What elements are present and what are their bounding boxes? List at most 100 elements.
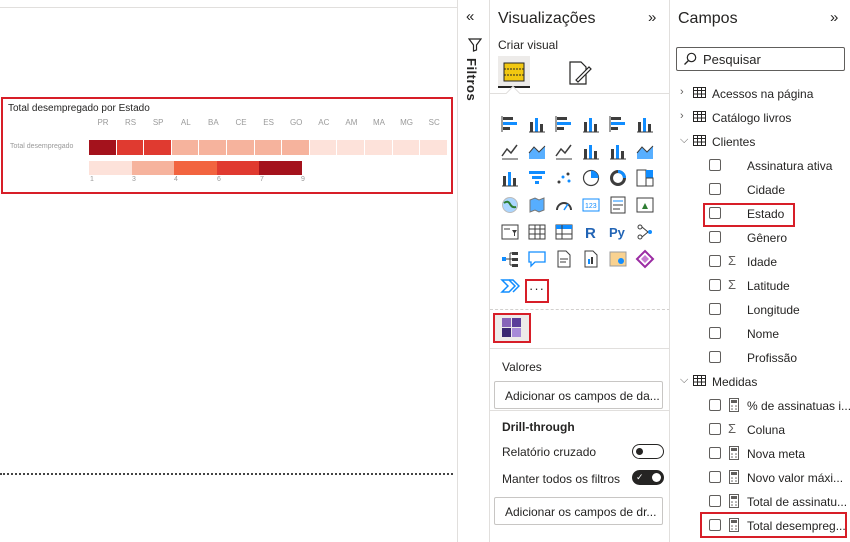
field-checkbox[interactable]: [709, 351, 721, 363]
field-item-nome[interactable]: Nome: [670, 322, 850, 344]
multirow-card-icon[interactable]: [608, 195, 628, 215]
waterfall-icon[interactable]: [500, 168, 520, 188]
field-item-coluna[interactable]: Σ Coluna: [670, 418, 850, 440]
100-bar-icon[interactable]: [608, 114, 628, 134]
heat-cell-go[interactable]: [282, 140, 310, 155]
ribbon-chart-icon[interactable]: [635, 141, 655, 161]
qa-icon[interactable]: [527, 249, 547, 269]
cross-report-toggle[interactable]: [632, 444, 664, 459]
heat-row[interactable]: [89, 140, 449, 155]
field-item-cidade[interactable]: Cidade: [670, 178, 850, 200]
clustered-column-icon[interactable]: [581, 114, 601, 134]
arcgis-icon[interactable]: [608, 249, 628, 269]
matrix-visual[interactable]: Total desempregado por Estado PR RS SP AL BA…: [1, 97, 453, 194]
values-well[interactable]: Adicionar os campos de da...: [494, 381, 663, 409]
stacked-area-icon[interactable]: [554, 141, 574, 161]
collapse-fields-icon[interactable]: »: [830, 9, 838, 26]
heat-cell-rs[interactable]: [116, 140, 145, 155]
field-item-g-nero[interactable]: Gênero: [670, 226, 850, 248]
search-input[interactable]: [703, 51, 838, 67]
smart-narrative-icon[interactable]: [581, 249, 601, 269]
scatter-icon[interactable]: [554, 168, 574, 188]
heat-cell-sp[interactable]: [144, 140, 172, 155]
paginated-report-icon[interactable]: [554, 249, 574, 269]
chevron-right-icon[interactable]: ›: [680, 86, 690, 98]
heat-cell-es[interactable]: [254, 140, 283, 155]
line-clustered-icon[interactable]: [608, 141, 628, 161]
field-checkbox[interactable]: [709, 327, 721, 339]
gauge-icon[interactable]: [554, 195, 574, 215]
field-checkbox[interactable]: [709, 159, 721, 171]
heat-cell-ba[interactable]: [199, 140, 227, 155]
table-node-acessos-na-p-gina[interactable]: › Acessos na página: [670, 82, 850, 104]
power-automate-icon[interactable]: [500, 276, 520, 296]
heat-cell-sc[interactable]: [420, 140, 448, 155]
key-influencers-icon[interactable]: [635, 222, 655, 242]
heat-cell-am[interactable]: [337, 140, 365, 155]
field-item-idade[interactable]: Σ Idade: [670, 250, 850, 272]
field-checkbox[interactable]: [709, 303, 721, 315]
heat-cell-ce[interactable]: [227, 140, 255, 155]
custom-visual-button[interactable]: [493, 313, 531, 343]
100-column-icon[interactable]: [635, 114, 655, 134]
heat-cell-mg[interactable]: [392, 140, 421, 155]
field-item-de-assinatuas-i[interactable]: % de assinatuas i...: [670, 394, 850, 416]
chevron-down-icon[interactable]: ⌵: [680, 374, 690, 386]
field-checkbox[interactable]: [709, 231, 721, 243]
filters-label[interactable]: Filtros: [464, 58, 479, 101]
slicer-icon[interactable]: [500, 222, 520, 242]
build-visual-tab[interactable]: [498, 56, 530, 88]
more-visuals-button[interactable]: ···: [525, 279, 549, 303]
stacked-column-icon[interactable]: [527, 114, 547, 134]
field-checkbox[interactable]: [709, 495, 721, 507]
treemap-icon[interactable]: [635, 168, 655, 188]
heat-cell-ma[interactable]: [365, 140, 393, 155]
field-checkbox[interactable]: [709, 279, 721, 291]
field-checkbox[interactable]: [709, 183, 721, 195]
field-checkbox[interactable]: [709, 447, 721, 459]
area-chart-icon[interactable]: [527, 141, 547, 161]
field-item-assinatura-ativa[interactable]: Assinatura ativa: [670, 154, 850, 176]
format-visual-tab[interactable]: [564, 58, 594, 88]
table-node-clientes[interactable]: ⌵ Clientes: [670, 130, 850, 152]
funnel-icon[interactable]: [527, 168, 547, 188]
collapse-visualizations-icon[interactable]: »: [648, 9, 656, 26]
heat-cell-al[interactable]: [171, 140, 200, 155]
kpi-icon[interactable]: [635, 195, 655, 215]
heat-cell-pr[interactable]: [89, 140, 117, 155]
decomposition-tree-icon[interactable]: [500, 249, 520, 269]
field-item-longitude[interactable]: Longitude: [670, 298, 850, 320]
keep-filters-toggle[interactable]: ✓: [632, 470, 664, 485]
table-node-cat-logo-livros[interactable]: › Catálogo livros: [670, 106, 850, 128]
report-canvas[interactable]: Total desempregado por Estado PR RS SP AL BA…: [0, 0, 457, 542]
donut-icon[interactable]: [608, 168, 628, 188]
matrix-icon[interactable]: [554, 222, 574, 242]
expand-filters-icon[interactable]: «: [466, 8, 474, 25]
card-icon[interactable]: 123: [581, 195, 601, 215]
fields-search-box[interactable]: [676, 47, 845, 71]
field-checkbox[interactable]: [709, 471, 721, 483]
field-item-nova-meta[interactable]: Nova meta: [670, 442, 850, 464]
drillthrough-well[interactable]: Adicionar os campos de dr...: [494, 497, 663, 525]
pie-icon[interactable]: [581, 168, 601, 188]
map-icon[interactable]: [500, 195, 520, 215]
heat-cell-ac[interactable]: [309, 140, 338, 155]
field-checkbox[interactable]: [709, 255, 721, 267]
field-item-latitude[interactable]: Σ Latitude: [670, 274, 850, 296]
power-apps-icon[interactable]: [635, 249, 655, 269]
table-icon[interactable]: [527, 222, 547, 242]
field-item-novo-valor-m-xi[interactable]: Novo valor máxi...: [670, 466, 850, 488]
field-item-total-de-assinatu[interactable]: Total de assinatu...: [670, 490, 850, 512]
chevron-down-icon[interactable]: ⌵: [680, 134, 690, 146]
stacked-bar-icon[interactable]: [500, 114, 520, 134]
field-checkbox[interactable]: [709, 423, 721, 435]
python-visual-icon[interactable]: Py: [608, 222, 628, 242]
field-item-profiss-o[interactable]: Profissão: [670, 346, 850, 368]
filled-map-icon[interactable]: [527, 195, 547, 215]
clustered-bar-icon[interactable]: [554, 114, 574, 134]
chevron-right-icon[interactable]: ›: [680, 110, 690, 122]
table-node-medidas[interactable]: ⌵ Medidas: [670, 370, 850, 392]
field-checkbox[interactable]: [709, 399, 721, 411]
line-chart-icon[interactable]: [500, 141, 520, 161]
r-visual-icon[interactable]: R: [581, 222, 601, 242]
